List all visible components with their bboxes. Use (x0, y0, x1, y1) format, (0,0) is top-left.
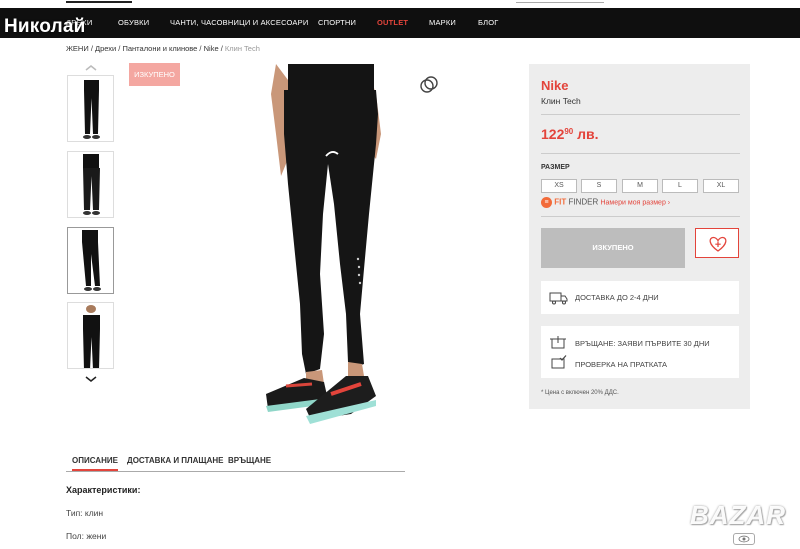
thumbnail-1-image (83, 80, 100, 139)
delivery-box: ДОСТАВКА ДО 2-4 ДНИ (541, 281, 739, 314)
thumbnail-1[interactable] (67, 75, 114, 142)
tab-returns[interactable]: ВРЪЩАНЕ (228, 456, 271, 465)
main-navigation: ДРЕХИ ОБУВКИ ЧАНТИ, ЧАСОВНИЦИ И АКСЕСОАР… (0, 8, 800, 38)
price-cents: 90 (564, 127, 574, 136)
nav-item-brands[interactable]: МАРКИ (429, 8, 456, 38)
search-field-fragment[interactable] (516, 0, 604, 3)
description-line: Тип: клин (66, 508, 104, 518)
tab-description[interactable]: ОПИСАНИЕ (72, 456, 118, 471)
site-logo-fragment[interactable] (66, 0, 132, 3)
thumbnail-4[interactable] (67, 302, 114, 369)
size-option-xl[interactable]: XL (703, 179, 739, 193)
nav-item-outlet[interactable]: OUTLET (377, 8, 408, 38)
bazar-watermark-logo: BAZAR (690, 500, 786, 530)
delivery-text: ДОСТАВКА ДО 2-4 ДНИ (575, 293, 659, 302)
fitfinder-finder-label: FINDER (568, 197, 599, 207)
thumbnail-2[interactable] (67, 151, 114, 218)
breadcrumb: ЖЕНИ / Дрехи / Панталони и клинове / Nik… (66, 44, 260, 53)
chevron-down-icon[interactable] (84, 375, 98, 385)
nav-item-bags-watches-accessories[interactable]: ЧАНТИ, ЧАСОВНИЦИ И АКСЕСОАРИ (170, 8, 308, 38)
breadcrumb-item[interactable]: Дрехи (95, 44, 116, 53)
return-text: ВРЪЩАНЕ: ЗАЯВИ ПЪРВИТЕ 30 ДНИ (575, 339, 710, 348)
fitfinder-fit-label: FIT (554, 197, 567, 207)
product-price: 12290 лв. (541, 126, 599, 142)
price-main: 122 (541, 126, 565, 142)
top-strip (0, 0, 800, 8)
thumbnail-2-image (83, 154, 100, 215)
divider (541, 114, 740, 115)
product-tabs: ОПИСАНИЕ ДОСТАВКА И ПЛАЩАНЕ ВРЪЩАНЕ (66, 452, 405, 472)
price-currency: лв. (577, 126, 599, 142)
breadcrumb-item[interactable]: ЖЕНИ (66, 44, 89, 53)
size-label: РАЗМЕР (541, 164, 570, 171)
size-option-s[interactable]: S (581, 179, 617, 193)
fitfinder-link[interactable]: Намери моя размер › (600, 200, 670, 207)
eye-icon (733, 533, 755, 545)
chevron-up-icon[interactable] (84, 64, 98, 74)
vat-note: * Цена с включен 20% ДДС. (541, 390, 619, 396)
fit-finder[interactable]: ≡ FIT FINDER Намери моя размер › (541, 197, 670, 208)
divider (541, 216, 740, 217)
seller-name-watermark: Николай (4, 16, 86, 37)
product-main-image[interactable] (236, 64, 436, 430)
sold-out-badge: ИЗКУПЕНО (129, 63, 180, 86)
thumbnail-4-image (83, 305, 100, 368)
wishlist-button[interactable] (695, 228, 739, 258)
size-option-xs[interactable]: XS (541, 179, 577, 193)
breadcrumb-current: Клин Tech (224, 44, 260, 53)
tab-delivery-payment[interactable]: ДОСТАВКА И ПЛАЩАНЕ (127, 456, 223, 465)
check-text: ПРОВЕРКА НА ПРАТКАТА (575, 360, 668, 369)
nav-item-sport[interactable]: СПОРТНИ (318, 8, 356, 38)
nav-item-shoes[interactable]: ОБУВКИ (118, 8, 149, 38)
check-box-icon (551, 355, 567, 369)
size-option-m[interactable]: M (622, 179, 658, 193)
fitfinder-icon: ≡ (541, 197, 552, 208)
gallery-zoom-icon[interactable] (418, 74, 440, 96)
returns-box: ВРЪЩАНЕ: ЗАЯВИ ПЪРВИТЕ 30 ДНИ ПРОВЕРКА Н… (541, 326, 739, 378)
return-box-icon (550, 336, 566, 349)
thumbnail-3-image (82, 230, 101, 291)
thumbnail-3[interactable] (67, 227, 114, 294)
description-line: Пол: жени (66, 531, 107, 541)
truck-icon (549, 292, 568, 305)
sold-out-button[interactable]: ИЗКУПЕНО (541, 228, 685, 268)
product-name: Клин Tech (541, 96, 581, 106)
divider (541, 153, 740, 154)
breadcrumb-item[interactable]: Nike (204, 44, 219, 53)
heart-plus-icon (709, 236, 727, 252)
description-title: Характеристики: (66, 485, 141, 495)
product-brand[interactable]: Nike (541, 78, 568, 93)
size-option-l[interactable]: L (662, 179, 698, 193)
breadcrumb-item[interactable]: Панталони и клинове (122, 44, 197, 53)
nav-item-blog[interactable]: БЛОГ (478, 8, 499, 38)
